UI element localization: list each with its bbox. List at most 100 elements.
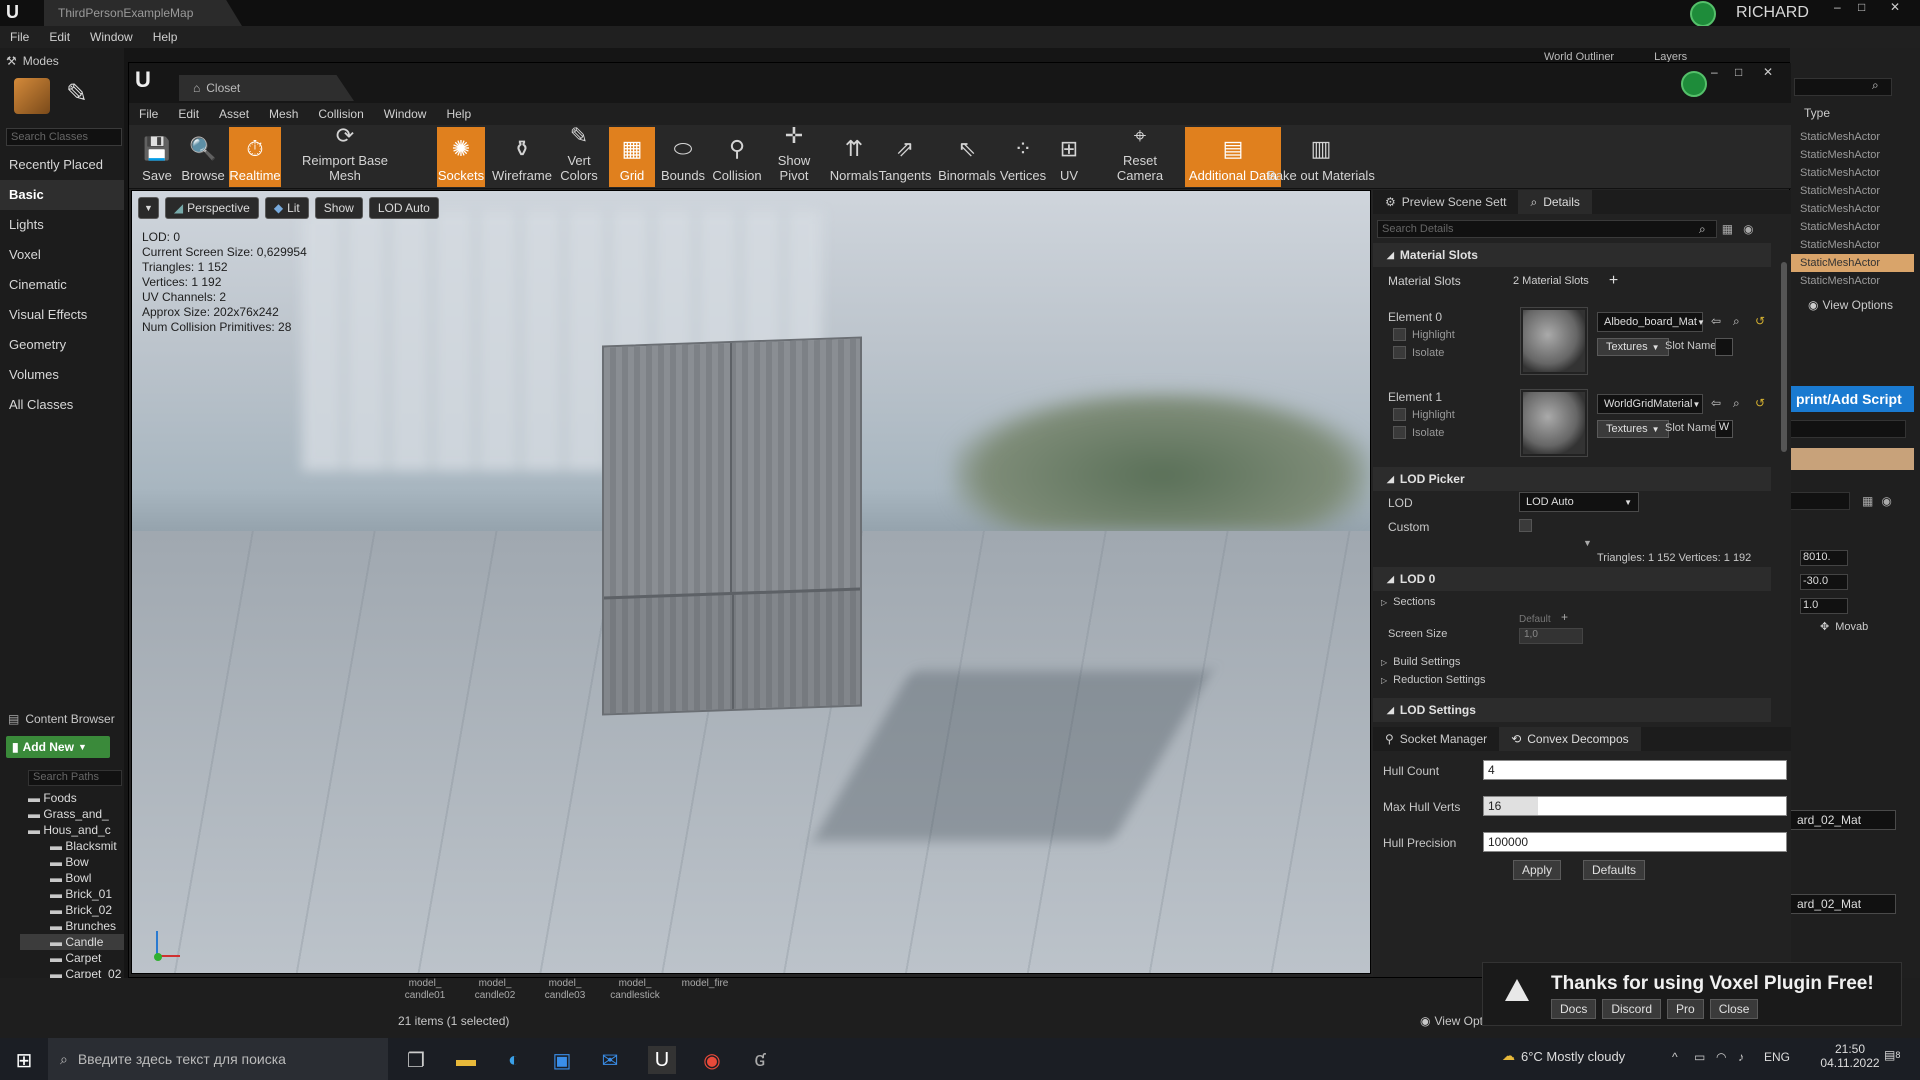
volume-icon[interactable]: ♪ <box>1738 1050 1744 1064</box>
material-dropdown-b[interactable]: ard_02_Mat <box>1790 894 1896 914</box>
max-hull-verts-field[interactable]: 16 <box>1483 796 1787 816</box>
app-icon[interactable]: ʛ <box>746 1046 774 1074</box>
menu-window[interactable]: Window <box>80 26 143 48</box>
category-geometry[interactable]: Geometry <box>0 330 124 360</box>
minimize-button[interactable]: – <box>1834 0 1854 18</box>
folder-item[interactable]: ▬ Carpet <box>20 950 124 966</box>
outliner-row[interactable]: StaticMeshActor <box>1790 164 1914 182</box>
menu-edit[interactable]: Edit <box>39 26 80 48</box>
browse-0-icon[interactable]: ⌕ <box>1733 314 1740 329</box>
toolbar-reset-camera-button[interactable]: ⌖ Reset Camera <box>1105 123 1175 187</box>
details-scrollbar[interactable] <box>1781 262 1787 452</box>
level-tab[interactable]: ThirdPersonExampleMap <box>44 0 242 26</box>
reset-1-icon[interactable]: ↺ <box>1755 396 1765 410</box>
rotation-z-field[interactable]: -30.0 <box>1800 574 1848 590</box>
taskbar-search[interactable]: ⌕ Введите здесь текст для поиска <box>48 1038 388 1080</box>
eye-options-icon[interactable]: ◉ <box>1881 494 1891 508</box>
use-selected-1-icon[interactable]: ⇦ <box>1711 396 1721 410</box>
outliner-row[interactable]: StaticMeshActor <box>1790 272 1914 290</box>
hull-precision-field[interactable]: 100000 <box>1483 832 1787 852</box>
category-volumes[interactable]: Volumes <box>0 360 124 390</box>
toolbar-bounds-button[interactable]: ⬭ Bounds <box>657 127 709 187</box>
view-options-button[interactable]: ◉ View Options <box>1808 298 1893 312</box>
reduction-settings-row[interactable]: ▷ Reduction Settings <box>1381 674 1486 686</box>
toolbar-vert-colors-button[interactable]: ✎ Vert Colors <box>549 123 609 187</box>
lod-dropdown[interactable]: LOD Auto ▼ <box>1519 492 1639 512</box>
folder-item[interactable]: ▬ Foods <box>20 790 124 806</box>
screen-size-field[interactable]: 1,0 <box>1519 628 1583 644</box>
search-classes-input[interactable]: Search Classes <box>6 128 122 146</box>
editor-menu-asset[interactable]: Asset <box>209 103 259 125</box>
material-0-dropdown[interactable]: Albedo_board_Mat ▼ <box>1597 312 1705 332</box>
location-z-field[interactable]: 8010. <box>1800 550 1848 566</box>
menu-file[interactable]: File <box>0 26 39 48</box>
folder-item[interactable]: ▬ Bow <box>20 854 124 870</box>
details-search[interactable] <box>1790 492 1850 510</box>
toolbar-vertices-button[interactable]: ⁘ Vertices <box>997 127 1049 187</box>
outliner-row[interactable]: StaticMeshActor <box>1790 146 1914 164</box>
outliner-row[interactable]: StaticMeshActor <box>1790 254 1914 272</box>
toolbar-show-pivot-button[interactable]: ✛ Show Pivot <box>762 123 826 187</box>
browse-1-icon[interactable]: ⌕ <box>1733 396 1740 411</box>
add-platform-icon[interactable]: + <box>1561 610 1568 624</box>
hull-count-field[interactable]: 4 <box>1483 760 1787 780</box>
toolbar-collision-button[interactable]: ⚲ Collision <box>712 127 762 187</box>
sections-row[interactable]: ▷ Sections <box>1381 596 1435 608</box>
slot-name-0-field[interactable] <box>1715 338 1733 356</box>
textures-0-dropdown[interactable]: Textures ▼ <box>1597 338 1669 356</box>
lit-button[interactable]: ◆ Lit <box>264 197 309 219</box>
convex-decomposition-tab[interactable]: ⟲ Convex Decompos <box>1499 727 1641 751</box>
folder-item[interactable]: ▬ Bowl <box>20 870 124 886</box>
place-mode-icon[interactable] <box>14 78 50 114</box>
modes-header[interactable]: ⚒ Modes <box>6 52 59 70</box>
category-cinematic[interactable]: Cinematic <box>0 270 124 300</box>
toolbar-realtime-button[interactable]: ⏱ Realtime <box>229 127 281 187</box>
slot-name-1-field[interactable]: W <box>1715 420 1733 438</box>
toolbar-uv-button[interactable]: ⊞ UV <box>1049 127 1089 187</box>
search-details-input[interactable]: Search Details <box>1377 220 1717 238</box>
user-avatar-icon[interactable] <box>1690 1 1716 27</box>
asset-tile[interactable]: model_ candle01 <box>390 978 460 1004</box>
editor-menu-mesh[interactable]: Mesh <box>259 103 308 125</box>
build-settings-row[interactable]: ▷ Build Settings <box>1381 656 1460 668</box>
notifications-button[interactable]: ▤ 8 <box>1884 1048 1900 1062</box>
asset-tile[interactable]: model_ candlestick <box>600 978 670 1004</box>
isolate-1-checkbox[interactable]: Isolate <box>1393 426 1444 439</box>
network-icon[interactable]: ▭ <box>1694 1050 1705 1064</box>
editor-menu-window[interactable]: Window <box>374 103 437 125</box>
isolate-0-checkbox[interactable]: Isolate <box>1393 346 1444 359</box>
table-view-icon[interactable]: ▦ <box>1722 222 1733 236</box>
defaults-button[interactable]: Defaults <box>1583 860 1646 880</box>
add-slot-icon[interactable]: + <box>1609 272 1618 290</box>
scale-z-field[interactable]: 1.0 <box>1800 598 1848 614</box>
toolbar-binormals-button[interactable]: ⇖ Binormals <box>937 127 997 187</box>
task-view-icon[interactable]: ❐ <box>402 1046 430 1074</box>
viewport-menu-button[interactable]: ▼ <box>138 197 159 219</box>
material-1-dropdown[interactable]: WorldGridMaterial ▼ <box>1597 394 1703 414</box>
blueprint-add-script-button[interactable]: print/Add Script <box>1790 386 1914 412</box>
close-button[interactable]: ✕ <box>1890 0 1910 18</box>
category-recently-placed[interactable]: Recently Placed <box>0 150 124 180</box>
folder-item[interactable]: ▬ Brick_01 <box>20 886 124 902</box>
pro-button[interactable]: Pro <box>1667 999 1704 1019</box>
toolbar-grid-button[interactable]: ▦ Grid <box>609 127 655 187</box>
edge-icon[interactable]: ◐ <box>500 1046 528 1074</box>
editor-minimize-button[interactable]: – <box>1711 65 1718 79</box>
folder-item[interactable]: ▬ Grass_and_ <box>20 806 124 822</box>
material-slots-section[interactable]: ◢ Material Slots <box>1373 243 1771 267</box>
eye-icon[interactable]: ◉ <box>1743 222 1753 236</box>
asset-tile[interactable]: model_fire <box>670 978 740 1004</box>
folder-item[interactable]: ▬ Brunches <box>20 918 124 934</box>
file-explorer-icon[interactable]: ▬ <box>452 1046 480 1074</box>
toolbar-normals-button[interactable]: ⇈ Normals <box>827 127 881 187</box>
language-indicator[interactable]: ENG <box>1764 1050 1790 1064</box>
outliner-row[interactable]: StaticMeshActor <box>1790 236 1914 254</box>
use-selected-0-icon[interactable]: ⇦ <box>1711 314 1721 328</box>
outliner-row[interactable]: StaticMeshActor <box>1790 182 1914 200</box>
category-lights[interactable]: Lights <box>0 210 124 240</box>
menu-help[interactable]: Help <box>143 26 188 48</box>
movable-toggle[interactable]: ✥ Movab <box>1820 620 1868 634</box>
editor-maximize-button[interactable]: □ <box>1735 65 1742 79</box>
tray-chevron-icon[interactable]: ^ <box>1672 1050 1678 1064</box>
content-browser-tab[interactable]: ▤ Content Browser <box>8 708 115 730</box>
